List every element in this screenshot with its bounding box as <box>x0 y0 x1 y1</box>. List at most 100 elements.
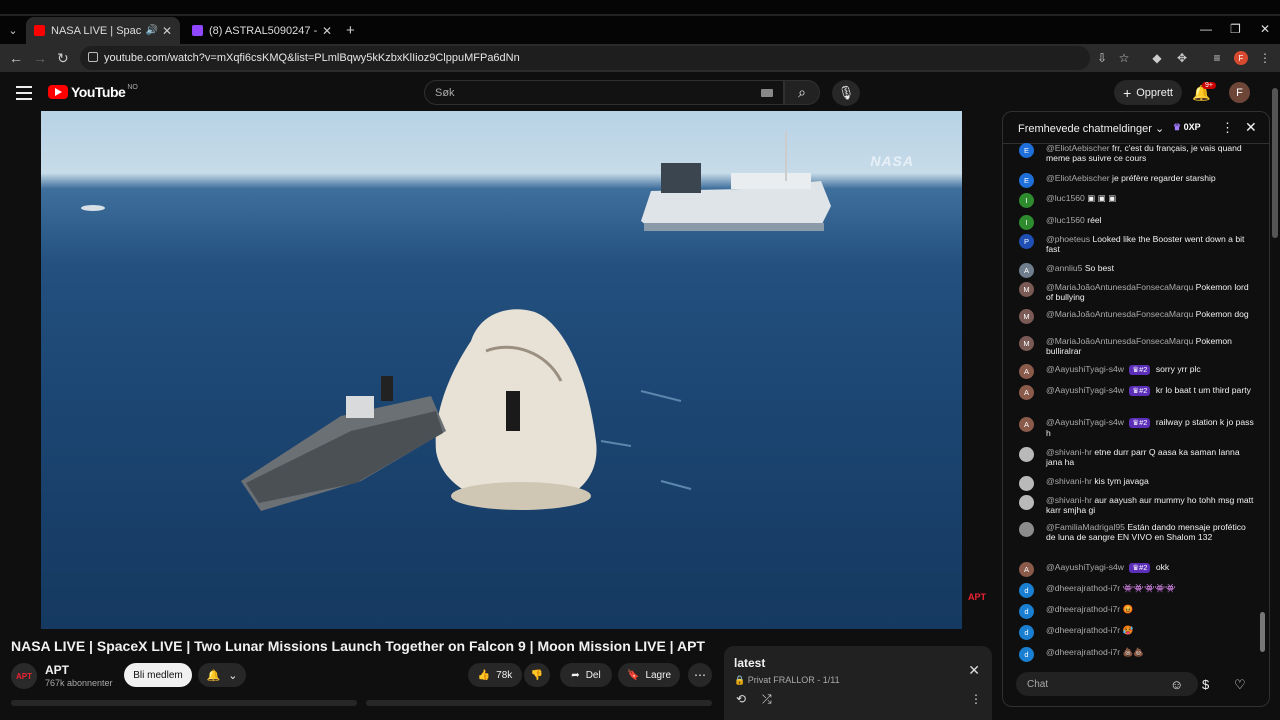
chat-author-name[interactable]: @MariaJoãoAntunesdaFonsecaMarqu <box>1046 336 1196 346</box>
chat-author-name[interactable]: @shivani-hr <box>1046 495 1094 505</box>
extension-icon[interactable]: ◆ <box>1150 51 1164 65</box>
chat-author-avatar[interactable]: d <box>1019 604 1034 619</box>
chat-author-name[interactable]: @luc1560 <box>1046 215 1087 225</box>
back-icon[interactable]: ← <box>9 50 23 66</box>
chat-author-name[interactable]: @AayushiTyagi-s4w <box>1046 385 1126 395</box>
chat-author-name[interactable]: @AayushiTyagi-s4w <box>1046 417 1126 427</box>
chat-author-avatar[interactable] <box>1019 495 1034 510</box>
close-chat-icon[interactable]: ✕ <box>1245 119 1257 136</box>
chat-author-avatar[interactable] <box>1019 476 1034 491</box>
chat-message[interactable]: @shivani-hr etne durr parr Q aasa ka sam… <box>1019 447 1255 467</box>
chat-author-name[interactable]: @AayushiTyagi-s4w <box>1046 562 1126 572</box>
chat-author-name[interactable]: @FamiliaMadrigal95 <box>1046 522 1127 532</box>
join-button[interactable]: Bli medlem <box>124 663 192 687</box>
chat-message[interactable]: E @EliotAebischer je préfère regarder sta… <box>1019 173 1255 188</box>
chat-author-name[interactable]: @dheerajrathod-i7r <box>1046 583 1123 593</box>
tab-twitch[interactable]: (8) ASTRAL5090247 - Twitch ✕ <box>184 17 340 44</box>
chat-mode-dropdown[interactable]: Fremhevede chatmeldinger ⌄ <box>1018 122 1164 135</box>
more-actions-icon[interactable]: ⋯ <box>688 663 712 687</box>
chat-author-avatar[interactable]: A <box>1019 364 1034 379</box>
save-button[interactable]: 🔖 Lagre <box>618 663 680 687</box>
chat-message[interactable]: d @dheerajrathod-i7r 💩💩 <box>1019 647 1255 662</box>
channel-name[interactable]: APT <box>45 663 69 677</box>
channel-avatar[interactable]: APT <box>11 663 37 689</box>
chat-message[interactable]: d @dheerajrathod-i7r 🥵 <box>1019 625 1255 640</box>
emoji-icon[interactable]: ☺ <box>1170 677 1183 692</box>
chat-message[interactable]: M @MariaJoãoAntunesdaFonsecaMarqu Pokemon… <box>1019 309 1255 324</box>
puzzle-icon[interactable]: ✥ <box>1175 51 1189 65</box>
super-chat-icon[interactable]: $ <box>1202 677 1209 692</box>
chat-author-name[interactable]: @shivani-hr <box>1046 447 1094 457</box>
chat-author-avatar[interactable]: M <box>1019 309 1034 324</box>
video-player[interactable]: NASA <box>41 111 962 629</box>
chat-author-name[interactable]: @AayushiTyagi-s4w <box>1046 364 1126 374</box>
youtube-logo[interactable]: YouTube NO <box>48 84 138 100</box>
chat-message[interactable]: I @luc1560 réel <box>1019 215 1255 230</box>
address-bar[interactable]: youtube.com/watch?v=mXqfi6csKMQ&list=PLm… <box>80 46 1090 70</box>
chat-menu-icon[interactable]: ⋮ <box>1221 120 1234 136</box>
chat-message[interactable]: @FamiliaMadrigal95 Están dando mensaje p… <box>1019 522 1255 542</box>
chat-message[interactable]: P @phoeteus Looked like the Booster went … <box>1019 234 1255 254</box>
keyboard-icon[interactable] <box>761 89 773 97</box>
chat-message[interactable]: E @EliotAebischer frr, c'est du français,… <box>1019 143 1255 163</box>
channel-watermark[interactable]: APT <box>968 592 992 608</box>
chat-author-name[interactable]: @shivani-hr <box>1046 476 1094 486</box>
chat-author-name[interactable]: @EliotAebischer <box>1046 143 1112 153</box>
close-window-icon[interactable]: ✕ <box>1260 22 1270 36</box>
chat-scrollbar[interactable] <box>1260 612 1265 652</box>
browser-profile-avatar[interactable]: F <box>1234 51 1248 65</box>
forward-icon[interactable]: → <box>33 50 47 66</box>
chat-message[interactable]: I @luc1560 ▣ ▣ ▣ <box>1019 193 1255 208</box>
account-avatar[interactable]: F <box>1229 82 1250 103</box>
description-box[interactable] <box>11 700 357 706</box>
speaker-icon[interactable]: 🔊 <box>145 25 157 36</box>
minimize-icon[interactable]: — <box>1200 22 1212 36</box>
close-tab-icon[interactable]: ✕ <box>162 24 172 38</box>
reload-icon[interactable]: ↻ <box>57 50 69 67</box>
chat-message[interactable]: M @MariaJoãoAntunesdaFonsecaMarqu Pokemon… <box>1019 336 1255 356</box>
chat-message[interactable]: d @dheerajrathod-i7r 😡 <box>1019 604 1255 619</box>
chat-message[interactable]: A @AayushiTyagi-s4w ♛#2 okk <box>1019 562 1255 577</box>
chat-message[interactable]: M @MariaJoãoAntunesdaFonsecaMarqu Pokemon… <box>1019 282 1255 302</box>
site-info-icon[interactable] <box>88 52 98 62</box>
chat-author-avatar[interactable]: d <box>1019 625 1034 640</box>
shuffle-icon[interactable]: ⤮ <box>762 692 772 707</box>
menu-icon[interactable] <box>16 86 32 104</box>
new-tab-icon[interactable]: + <box>346 22 355 39</box>
chat-author-name[interactable]: @dheerajrathod-i7r <box>1046 647 1123 657</box>
media-control-icon[interactable]: ≡ <box>1210 51 1224 65</box>
chat-message[interactable]: A @AayushiTyagi-s4w ♛#2 sorry yrr plc <box>1019 364 1255 379</box>
chat-author-avatar[interactable]: d <box>1019 583 1034 598</box>
search-input[interactable]: Søk <box>424 80 784 105</box>
install-app-icon[interactable]: ⇩ <box>1095 51 1109 65</box>
search-button[interactable]: ⌕ <box>784 80 820 105</box>
tab-youtube[interactable]: NASA LIVE | SpaceX LIVE | T 🔊 ✕ <box>26 17 180 44</box>
chat-author-avatar[interactable]: E <box>1019 143 1034 158</box>
chat-author-avatar[interactable]: I <box>1019 193 1034 208</box>
chat-author-avatar[interactable]: d <box>1019 647 1034 662</box>
chat-author-avatar[interactable]: A <box>1019 263 1034 278</box>
share-button[interactable]: ➦ Del <box>560 663 612 687</box>
create-button[interactable]: + Opprett <box>1114 80 1182 105</box>
close-tab-icon[interactable]: ✕ <box>322 24 332 38</box>
chat-author-name[interactable]: @EliotAebischer <box>1046 173 1112 183</box>
chat-author-name[interactable]: @dheerajrathod-i7r <box>1046 604 1123 614</box>
chat-author-name[interactable]: @phoeteus <box>1046 234 1092 244</box>
chat-author-name[interactable]: @dheerajrathod-i7r <box>1046 625 1123 635</box>
chat-author-avatar[interactable]: M <box>1019 336 1034 351</box>
chat-author-avatar[interactable]: E <box>1019 173 1034 188</box>
chat-author-avatar[interactable]: A <box>1019 562 1034 577</box>
chat-author-name[interactable]: @MariaJoãoAntunesdaFonsecaMarqu <box>1046 309 1196 319</box>
chat-message[interactable]: A @AayushiTyagi-s4w ♛#2 railway p station… <box>1019 417 1255 438</box>
chat-author-name[interactable]: @annliu5 <box>1046 263 1085 273</box>
restore-icon[interactable]: ❐ <box>1230 22 1241 36</box>
chat-author-avatar[interactable]: A <box>1019 385 1034 400</box>
chat-message[interactable]: d @dheerajrathod-i7r 👾👾👾👾👾 <box>1019 583 1255 598</box>
loop-icon[interactable]: ⟲ <box>736 692 746 706</box>
points-badge[interactable]: ♛ 0XP <box>1173 122 1201 133</box>
chat-author-avatar[interactable]: A <box>1019 417 1034 432</box>
chat-author-name[interactable]: @MariaJoãoAntunesdaFonsecaMarqu <box>1046 282 1196 292</box>
chat-author-avatar[interactable]: M <box>1019 282 1034 297</box>
chat-message[interactable]: A @AayushiTyagi-s4w ♛#2 kr lo baat t um t… <box>1019 385 1255 400</box>
chat-message[interactable]: @shivani-hr aur aayush aur mummy ho tohh… <box>1019 495 1255 515</box>
